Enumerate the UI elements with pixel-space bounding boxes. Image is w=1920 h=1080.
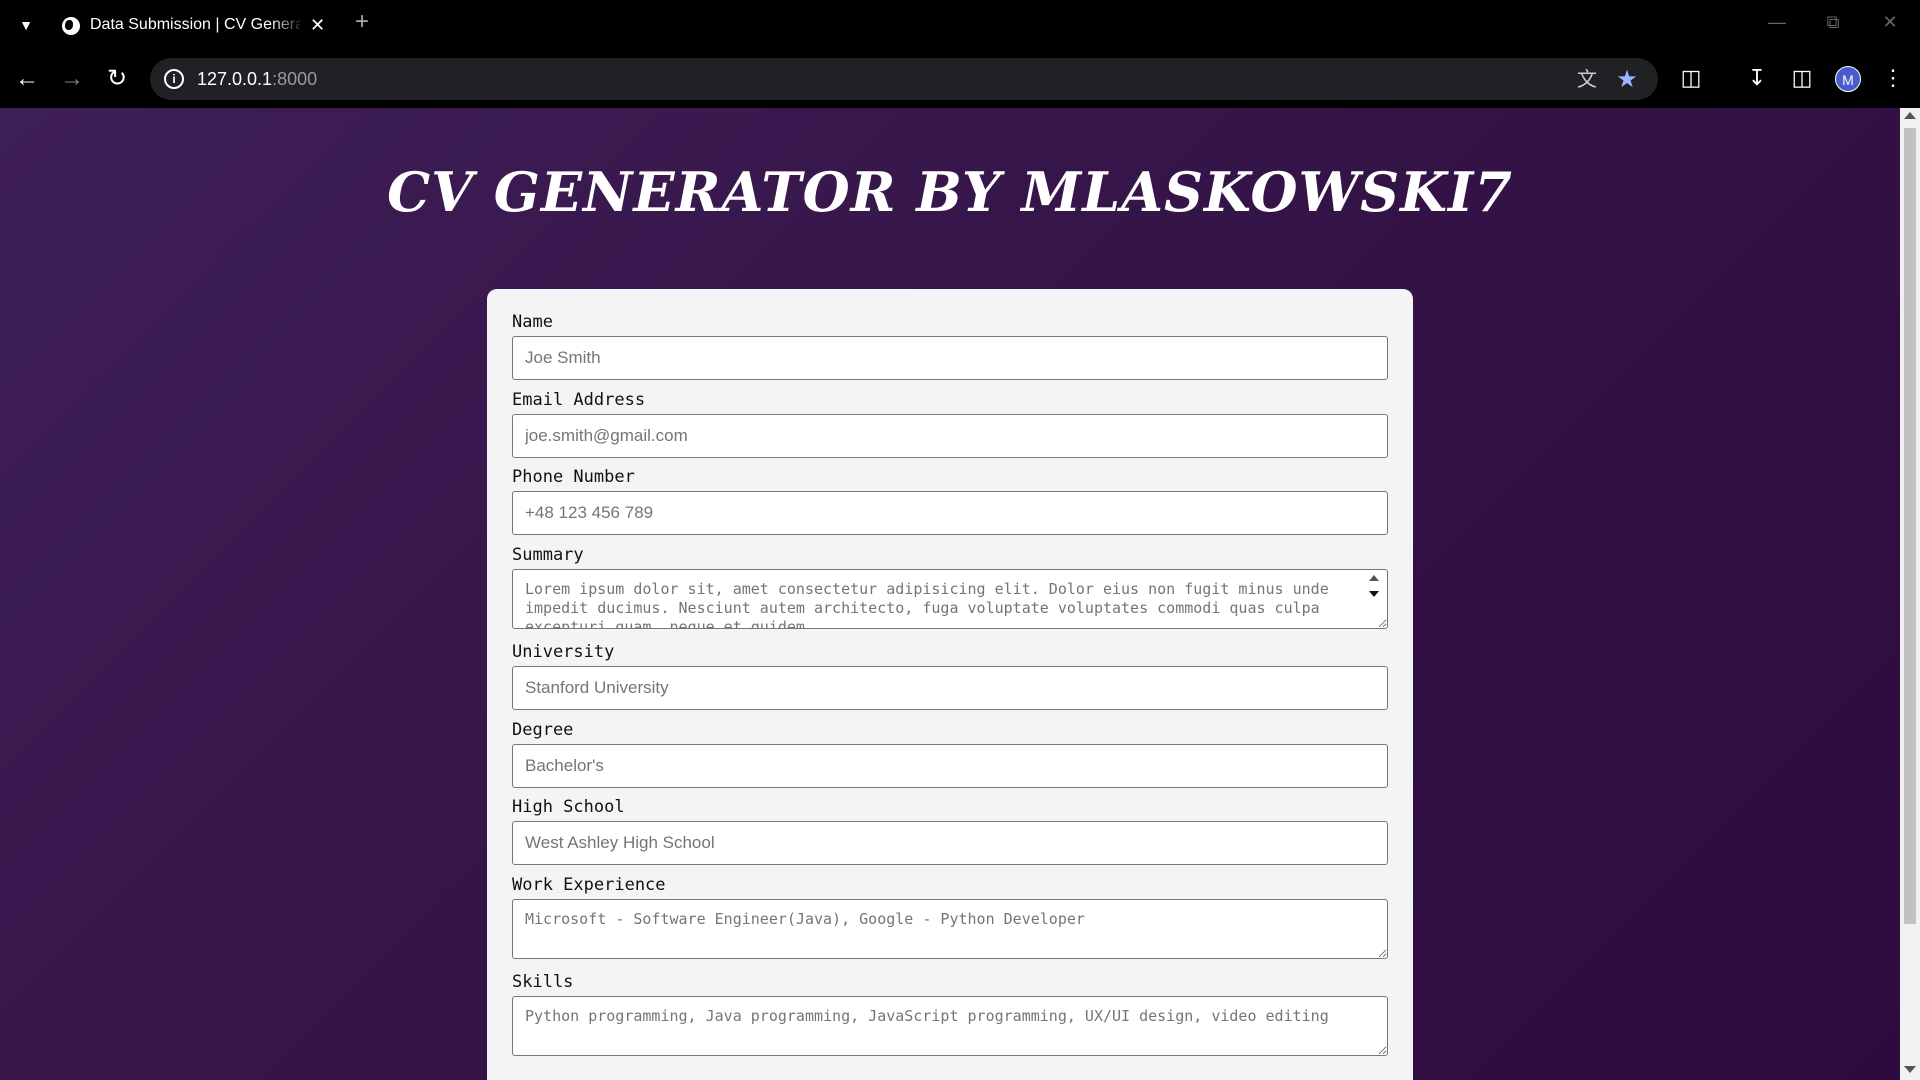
address-bar[interactable]: i 127.0.0.1:8000 文 ★ [150, 58, 1658, 100]
name-label: Name [512, 312, 553, 332]
university-input[interactable] [512, 666, 1388, 710]
work-experience-textarea[interactable] [512, 899, 1388, 959]
summary-textarea[interactable] [512, 569, 1388, 629]
scrollbar-down-arrow-icon[interactable] [1904, 1066, 1916, 1073]
high-school-input[interactable] [512, 821, 1388, 865]
tab-close-icon[interactable]: ✕ [310, 15, 325, 36]
url-host: 127.0.0.1 [197, 69, 273, 89]
page-scrollbar[interactable] [1900, 108, 1920, 1080]
translate-icon[interactable]: 文 [1574, 67, 1600, 93]
browser-tab[interactable]: Data Submission | CV Generator ✕ [50, 7, 340, 44]
puzzle-icon[interactable]: ◫ [1676, 63, 1706, 93]
scroll-down-icon[interactable] [1369, 591, 1379, 597]
browser-toolbar: ← → ↻ i 127.0.0.1:8000 文 ★ ◫ ↧ ◫ M ⋮ [0, 50, 1920, 108]
tab-strip: ▼ Data Submission | CV Generator ✕ + — ⧉… [0, 0, 1920, 50]
url-port: :8000 [272, 69, 318, 89]
email-label: Email Address [512, 390, 646, 410]
star-icon[interactable]: ★ [1614, 67, 1640, 93]
restore-icon[interactable]: ⧉ [1818, 12, 1848, 36]
scrollbar-thumb[interactable] [1904, 128, 1916, 924]
globe-icon [62, 17, 80, 35]
university-label: University [512, 642, 615, 662]
download-icon[interactable]: ↧ [1742, 63, 1772, 93]
info-icon[interactable]: i [164, 69, 184, 89]
back-arrow-left-icon[interactable]: ← [12, 64, 42, 94]
degree-input[interactable] [512, 744, 1388, 788]
url-text[interactable]: 127.0.0.1:8000 [197, 69, 317, 90]
summary-scroll-arrows[interactable] [1366, 571, 1380, 601]
skills-textarea[interactable] [512, 996, 1388, 1056]
cv-form-card: Name Email Address Phone Number Summary … [487, 289, 1413, 1080]
high-school-label: High School [512, 797, 625, 817]
tab-title: Data Submission | CV Generator [90, 16, 300, 33]
avatar[interactable]: M [1835, 66, 1861, 92]
phone-label: Phone Number [512, 467, 635, 487]
kebab-menu-icon[interactable]: ⋮ [1878, 63, 1908, 93]
reload-icon[interactable]: ↻ [102, 64, 132, 94]
window-close-icon[interactable]: ✕ [1875, 12, 1905, 36]
side-panel-icon[interactable]: ◫ [1787, 63, 1817, 93]
scroll-up-icon[interactable] [1369, 575, 1379, 581]
forward-arrow-right-icon[interactable]: → [57, 64, 87, 94]
new-tab-button[interactable]: + [355, 10, 369, 34]
phone-input[interactable] [512, 491, 1388, 535]
tab-title-fade [270, 12, 305, 38]
page-viewport: CV GENERATOR BY MLASKOWSKI7 Name Email A… [0, 108, 1900, 1080]
summary-label: Summary [512, 545, 584, 565]
page-title: CV GENERATOR BY MLASKOWSKI7 [387, 160, 1513, 224]
scrollbar-up-arrow-icon[interactable] [1904, 112, 1916, 119]
email-input[interactable] [512, 414, 1388, 458]
degree-label: Degree [512, 720, 574, 740]
minimize-icon[interactable]: — [1762, 12, 1792, 36]
tab-search-chevron-down-icon[interactable]: ▼ [14, 13, 38, 37]
name-input[interactable] [512, 336, 1388, 380]
skills-label: Skills [512, 972, 574, 992]
work-experience-label: Work Experience [512, 875, 666, 895]
